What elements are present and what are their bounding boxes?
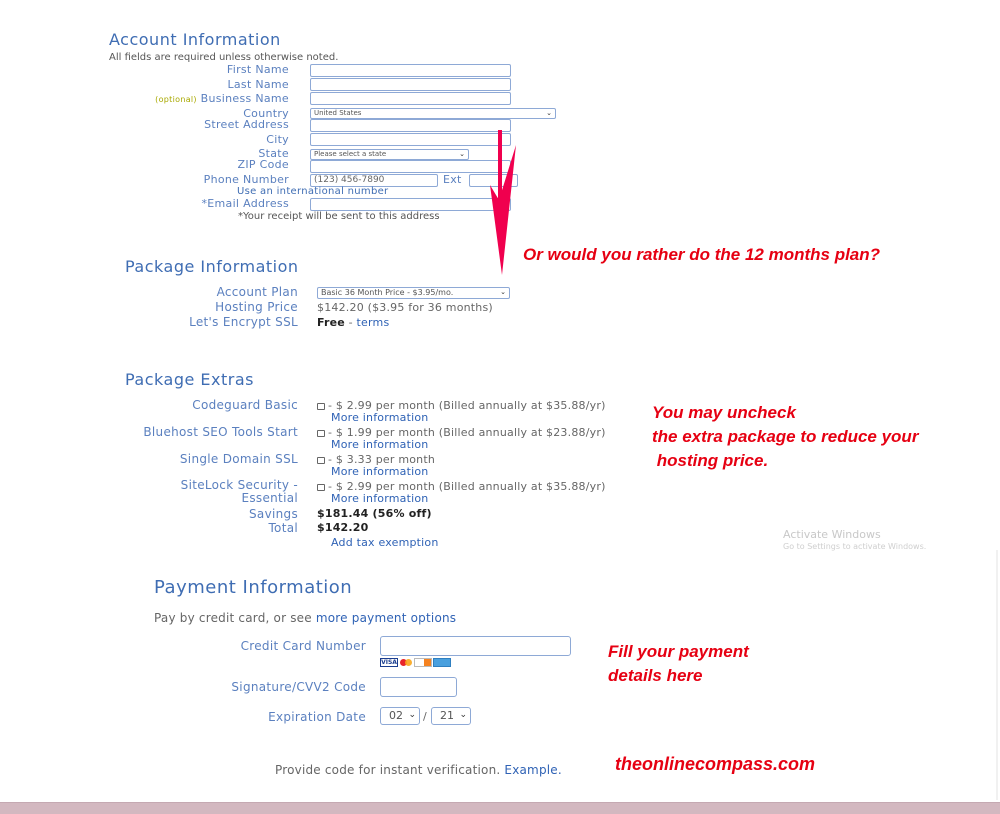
ssl-label: Let's Encrypt SSL: [189, 315, 298, 329]
verification-text: Provide code for instant verification.: [275, 763, 505, 777]
payment-annotation-line2: details here: [608, 666, 703, 685]
verification-note: Provide code for instant verification. E…: [275, 763, 562, 777]
extra-sitelock-more-link[interactable]: More information: [331, 492, 428, 505]
required-note: All fields are required unless otherwise…: [109, 52, 339, 63]
expiration-date-label: Expiration Date: [268, 710, 366, 724]
mastercard-logo-icon: [399, 658, 413, 667]
cvv-input[interactable]: [380, 677, 457, 697]
account-plan-select[interactable]: Basic 36 Month Price - $3.95/mo. ⌄: [317, 287, 510, 299]
payment-intro: Pay by credit card, or see more payment …: [154, 611, 456, 625]
amex-logo-icon: [433, 658, 451, 667]
extras-annotation: You may uncheck the extra package to red…: [652, 401, 918, 473]
country-value: United States: [314, 109, 362, 117]
extra-sitelock-checkbox[interactable]: [317, 483, 325, 491]
first-name-input[interactable]: [310, 64, 511, 77]
visa-logo-icon: VISA: [380, 658, 398, 667]
package-info-title: Package Information: [125, 257, 299, 276]
country-select[interactable]: United States ⌄: [310, 108, 556, 119]
ssl-free: Free: [317, 316, 345, 329]
site-watermark: theonlinecompass.com: [615, 754, 816, 774]
extra-sitelock-label: SiteLock Security - Essential: [181, 479, 298, 505]
extra-seo-more-link[interactable]: More information: [331, 438, 428, 451]
arrow-head: [490, 145, 516, 275]
business-name-label-row: (optional) Business Name: [155, 92, 289, 105]
credit-card-input[interactable]: [380, 636, 571, 656]
package-extras-title: Package Extras: [125, 370, 254, 389]
payment-info-title: Payment Information: [154, 577, 353, 598]
state-select[interactable]: Please select a state ⌄: [310, 149, 469, 160]
extras-annotation-line1: You may uncheck: [652, 403, 796, 422]
first-name-label: First Name: [226, 63, 289, 76]
total-label: Total: [268, 521, 298, 535]
total-value: $142.20: [317, 521, 369, 534]
payment-annotation-line1: Fill your payment: [608, 642, 749, 661]
extra-sitelock-label-line2: Essential: [241, 491, 298, 505]
exp-year-value: 21: [440, 709, 454, 722]
example-link[interactable]: Example.: [504, 763, 561, 777]
red-arrow-icon: [490, 130, 516, 275]
payment-intro-text: Pay by credit card, or see: [154, 611, 316, 625]
extra-seo-label: Bluehost SEO Tools Start: [143, 425, 298, 439]
card-logos: VISA: [380, 658, 451, 667]
last-name-input[interactable]: [310, 78, 511, 91]
chevron-down-icon: ⌄: [459, 710, 467, 720]
add-tax-exemption-link[interactable]: Add tax exemption: [331, 536, 439, 549]
exp-month-select[interactable]: 02 ⌄: [380, 707, 420, 725]
exp-month-value: 02: [389, 709, 403, 722]
account-info-title: Account Information: [109, 30, 281, 49]
activate-windows-subtitle: Go to Settings to activate Windows.: [783, 542, 927, 551]
scrollbar-edge: [996, 550, 998, 800]
email-label: *Email Address: [201, 197, 289, 210]
business-name-label: Business Name: [200, 92, 289, 105]
chevron-down-icon: ⌄: [500, 288, 506, 296]
credit-card-label: Credit Card Number: [240, 639, 366, 653]
business-name-input[interactable]: [310, 92, 511, 105]
extras-annotation-line3: hosting price.: [652, 451, 769, 470]
extra-ssl-more-link[interactable]: More information: [331, 465, 428, 478]
exp-year-select[interactable]: 21 ⌄: [431, 707, 471, 725]
extra-seo-checkbox[interactable]: [317, 429, 325, 437]
savings-value: $181.44 (56% off): [317, 507, 432, 520]
state-value: Please select a state: [314, 150, 387, 158]
ssl-terms-link[interactable]: terms: [357, 316, 390, 329]
chevron-down-icon: ⌄: [459, 150, 465, 158]
extra-codeguard-more-link[interactable]: More information: [331, 411, 428, 424]
extra-ssl-label: Single Domain SSL: [179, 452, 298, 466]
plan-question-annotation: Or would you rather do the 12 months pla…: [523, 245, 881, 264]
last-name-label: Last Name: [227, 78, 289, 91]
discover-logo-icon: [414, 658, 432, 667]
activate-windows-title: Activate Windows: [783, 528, 881, 541]
zip-code-label: ZIP Code: [237, 158, 289, 171]
cvv-label: Signature/CVV2 Code: [231, 680, 366, 694]
bottom-bar: [0, 802, 1000, 814]
phone-number-label: Phone Number: [203, 173, 289, 186]
hosting-price-value: $142.20 ($3.95 for 36 months): [317, 301, 493, 314]
account-plan-label: Account Plan: [216, 285, 298, 299]
street-address-label: Street Address: [204, 118, 289, 131]
more-payment-options-link[interactable]: more payment options: [316, 611, 456, 625]
extra-codeguard-label: Codeguard Basic: [192, 398, 298, 412]
optional-tag: (optional): [155, 95, 197, 104]
ext-label: Ext: [443, 173, 462, 186]
account-plan-value: Basic 36 Month Price - $3.95/mo.: [321, 288, 454, 297]
extra-codeguard-checkbox[interactable]: [317, 402, 325, 410]
chevron-down-icon: ⌄: [546, 109, 552, 117]
hosting-price-label: Hosting Price: [215, 300, 298, 314]
exp-separator: /: [423, 710, 427, 723]
extra-ssl-checkbox[interactable]: [317, 456, 325, 464]
savings-label: Savings: [249, 507, 298, 521]
city-label: City: [266, 133, 289, 146]
chevron-down-icon: ⌄: [408, 710, 416, 720]
email-note: *Your receipt will be sent to this addre…: [238, 211, 440, 222]
ssl-separator: -: [344, 316, 357, 329]
international-number-link[interactable]: Use an international number: [237, 186, 388, 197]
payment-annotation: Fill your payment details here: [608, 640, 749, 688]
extras-annotation-line2: the extra package to reduce your: [652, 427, 919, 446]
ssl-value-row: Free - terms: [317, 316, 389, 329]
